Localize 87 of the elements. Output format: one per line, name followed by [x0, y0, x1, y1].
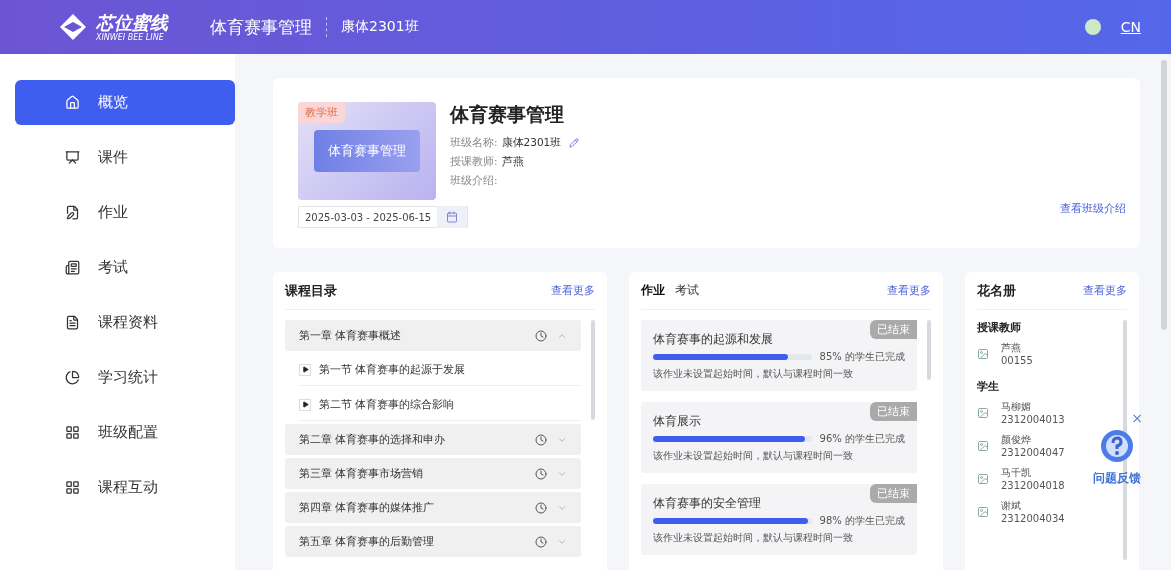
class-badge: 教学班 [298, 102, 345, 123]
sidebar-item[interactable]: 课程互动 [15, 465, 235, 510]
section-title[interactable]: 第二节 体育赛事的综合影响 [319, 397, 455, 412]
image-icon [977, 347, 989, 360]
chapter-row[interactable]: 第四章 体育赛事的媒体推广 [285, 492, 581, 523]
person-name: 颜俊烨 [1001, 433, 1032, 447]
home-icon [65, 95, 80, 110]
field-label: 班级介绍: [450, 174, 498, 188]
status-tag: 已结束 [870, 484, 917, 503]
sidebar-item[interactable]: 学习统计 [15, 355, 235, 400]
group-heading: 学生 [977, 379, 1000, 394]
pie-chart-icon [65, 370, 80, 385]
language-link[interactable]: CN [1120, 19, 1141, 35]
person-id: 2312004018 [1001, 480, 1065, 491]
image-icon [977, 406, 989, 419]
sidebar-item[interactable]: 考试 [15, 245, 235, 290]
assignment-note: 该作业未设置起始时间，默认与课程时间一致 [653, 531, 854, 545]
course-heading: 体育赛事管理 [450, 102, 565, 127]
person-id: 2312004034 [1001, 513, 1065, 524]
completion-text: 85% 的学生已完成 [819, 350, 905, 364]
card-title: 课程目录 [285, 281, 337, 300]
play-icon[interactable] [299, 363, 311, 376]
chapter-row[interactable]: 第一章 体育赛事概述 [285, 320, 581, 351]
user-avatar[interactable] [1084, 19, 1101, 35]
person-id: 2312004047 [1001, 447, 1065, 458]
course-title: 体育赛事管理 [210, 15, 312, 39]
clock-icon [535, 433, 547, 446]
easel-icon [65, 150, 80, 165]
view-more-link[interactable]: 查看更多 [1083, 283, 1127, 298]
view-more-link[interactable]: 查看更多 [551, 283, 595, 298]
assignment-title: 体育赛事的安全管理 [653, 496, 762, 511]
clock-icon [535, 329, 547, 342]
date-range-field[interactable]: 2025-03-03 - 2025-06-15 [298, 206, 468, 228]
person-name: 马千凯 [1001, 466, 1032, 480]
person-name: 谢斌 [1001, 499, 1022, 513]
logo-text: 芯位蜜线 [96, 12, 168, 33]
view-more-link[interactable]: 查看更多 [887, 283, 931, 298]
field-value: 康体2301班 [501, 136, 562, 150]
tab[interactable]: 考试 [675, 282, 699, 299]
assignment-note: 该作业未设置起始时间，默认与课程时间一致 [653, 449, 854, 463]
person-name: 马柳媚 [1001, 400, 1032, 414]
completion-text: 96% 的学生已完成 [819, 432, 905, 446]
clock-icon [535, 501, 547, 514]
status-tag: 已结束 [870, 402, 917, 421]
sidebar-item[interactable]: 课程资料 [15, 300, 235, 345]
sidebar-item[interactable]: 概览 [15, 80, 235, 125]
logo-icon [58, 12, 88, 42]
completion-text: 98% 的学生已完成 [819, 514, 905, 528]
document-icon [65, 315, 80, 330]
newspaper-icon [65, 260, 80, 275]
chapter-row[interactable]: 第五章 体育赛事的后勤管理 [285, 526, 581, 557]
person-id: 00155 [1001, 355, 1033, 366]
close-button[interactable]: × [1131, 410, 1143, 426]
grid-icon [65, 425, 80, 440]
document-edit-icon [65, 205, 80, 220]
chapter-row[interactable]: 第二章 体育赛事的选择和申办 [285, 424, 581, 455]
field-value: 芦燕 [501, 155, 524, 169]
person-id: 2312004013 [1001, 414, 1065, 425]
feedback-label[interactable]: 问题反馈 [1093, 470, 1141, 487]
person-name: 芦燕 [1001, 341, 1022, 355]
image-icon [977, 439, 989, 452]
logo-subtext: XINWEI BEE LINE [96, 32, 165, 42]
clock-icon [535, 535, 547, 548]
calendar-icon[interactable] [446, 211, 458, 223]
clock-icon [535, 467, 547, 480]
field-label: 班级名称: [450, 136, 498, 150]
assignment-note: 该作业未设置起始时间，默认与课程时间一致 [653, 367, 854, 381]
card-title: 花名册 [977, 281, 1016, 300]
image-icon [977, 472, 989, 485]
field-label: 授课教师: [450, 155, 498, 169]
cover-title: 体育赛事管理 [314, 130, 420, 172]
class-name: 康体2301班 [341, 18, 419, 36]
assignment-title: 体育展示 [653, 414, 702, 429]
play-icon[interactable] [299, 398, 311, 411]
group-heading: 授课教师 [977, 320, 1022, 335]
image-icon [977, 505, 989, 518]
class-intro-link[interactable]: 查看班级介绍 [1060, 201, 1126, 216]
sidebar-item[interactable]: 班级配置 [15, 410, 235, 455]
sidebar-item[interactable]: 课件 [15, 135, 235, 180]
status-tag: 已结束 [870, 320, 917, 339]
sidebar-item[interactable]: 作业 [15, 190, 235, 235]
edit-icon[interactable] [569, 138, 580, 148]
section-title[interactable]: 第一节 体育赛事的起源于发展 [319, 362, 466, 377]
grid-icon [65, 480, 80, 495]
tab[interactable]: 作业 [641, 282, 665, 299]
assignment-title: 体育赛事的起源和发展 [653, 332, 774, 347]
chapter-row[interactable]: 第三章 体育赛事市场营销 [285, 458, 581, 489]
